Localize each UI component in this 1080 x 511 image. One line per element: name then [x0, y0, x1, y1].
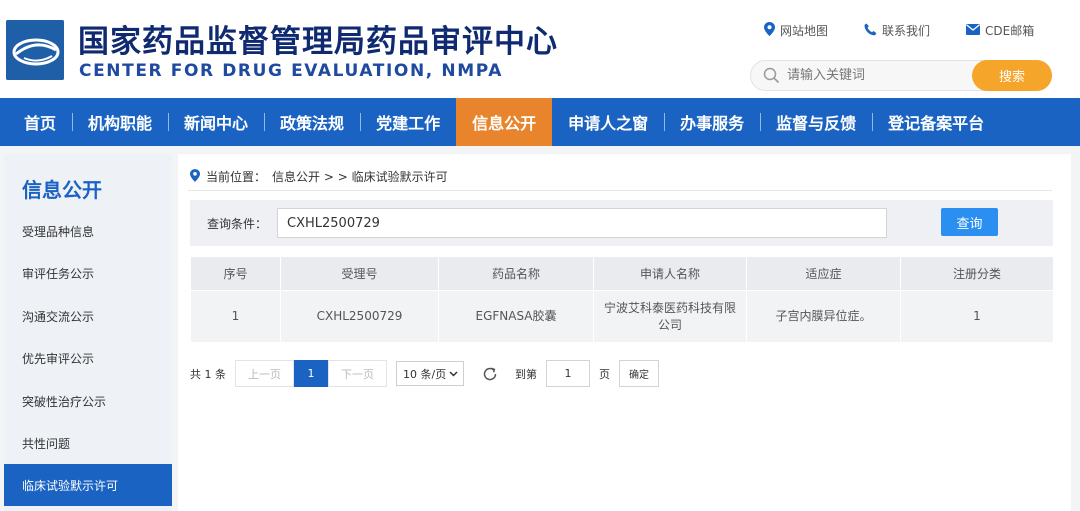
- chevron-down-icon: [449, 367, 458, 380]
- mail-link[interactable]: CDE邮箱: [966, 22, 1034, 39]
- sidebar-item-priority-review[interactable]: 优先审评公示: [4, 337, 172, 379]
- table-row[interactable]: 1 CXHL2500729 EGFNASA胶囊 宁波艾科泰医药科技有限公司 子宫…: [190, 290, 1054, 343]
- search-button[interactable]: 搜索: [972, 60, 1052, 91]
- header-acceptance-no: 受理号: [280, 256, 439, 291]
- next-page-button[interactable]: 下一页: [328, 360, 387, 387]
- page-size-value: 10 条/页: [403, 367, 447, 381]
- search-input[interactable]: [787, 61, 977, 90]
- location-pin-icon: [764, 22, 775, 39]
- nav-item-feedback[interactable]: 监督与反馈: [760, 98, 872, 146]
- sidebar-title: 信息公开: [22, 178, 102, 202]
- sitemap-link[interactable]: 网站地图: [764, 22, 828, 39]
- cell-applicant: 宁波艾科泰医药科技有限公司: [593, 290, 747, 343]
- breadcrumb: 当前位置： 信息公开 > > 临床试验默示许可: [190, 168, 448, 185]
- site-subtitle: CENTER FOR DRUG EVALUATION, NMPA: [79, 61, 503, 81]
- header-applicant: 申请人名称: [593, 256, 747, 291]
- site-header: 国家药品监督管理局药品审评中心 CENTER FOR DRUG EVALUATI…: [0, 0, 1080, 98]
- cde-logo[interactable]: [6, 20, 64, 80]
- results-table: 序号 受理号 药品名称 申请人名称 适应症 注册分类 1 CXHL2500729…: [190, 256, 1054, 343]
- sidebar-item-communication[interactable]: 沟通交流公示: [4, 295, 172, 337]
- sidebar-item-common-issues[interactable]: 共性问题: [4, 422, 172, 464]
- refresh-icon[interactable]: [482, 366, 498, 382]
- nav-item-applicant[interactable]: 申请人之窗: [552, 98, 664, 146]
- cell-drug-name: EGFNASA胶囊: [438, 290, 594, 343]
- nav-item-party[interactable]: 党建工作: [360, 98, 456, 146]
- top-links: 网站地图 联系我们 CDE邮箱: [764, 22, 1034, 39]
- site-title: 国家药品监督管理局药品审评中心: [78, 24, 558, 60]
- goto-confirm-button[interactable]: 确定: [619, 360, 659, 387]
- prev-page-button[interactable]: 上一页: [235, 360, 294, 387]
- cell-acceptance-no: CXHL2500729: [280, 290, 439, 343]
- nav-item-news[interactable]: 新闻中心: [168, 98, 264, 146]
- breadcrumb-divider: [188, 190, 1052, 191]
- nav-item-policy[interactable]: 政策法规: [264, 98, 360, 146]
- location-pin-icon: [190, 168, 200, 185]
- current-page[interactable]: 1: [294, 360, 328, 387]
- search-box: 搜索: [750, 60, 1052, 91]
- cell-serial: 1: [190, 290, 281, 343]
- page-size-select[interactable]: 10 条/页: [396, 361, 464, 386]
- sidebar-item-accepted[interactable]: 受理品种信息: [4, 210, 172, 252]
- total-count: 共 1 条: [190, 367, 226, 381]
- mail-icon: [966, 23, 981, 38]
- cell-indication: 子宫内膜异位症。: [746, 290, 901, 343]
- nav-item-info-disclosure[interactable]: 信息公开: [456, 98, 553, 146]
- nav-item-functions[interactable]: 机构职能: [72, 98, 168, 146]
- breadcrumb-prefix: 当前位置：: [206, 170, 267, 184]
- main-nav: 首页 机构职能 新闻中心 政策法规 党建工作 信息公开 申请人之窗 办事服务 监…: [0, 98, 1080, 146]
- search-icon: [763, 67, 780, 88]
- table-header-row: 序号 受理号 药品名称 申请人名称 适应症 注册分类: [190, 256, 1054, 291]
- sitemap-label: 网站地图: [780, 24, 829, 38]
- sidebar: 信息公开 受理品种信息 审评任务公示 沟通交流公示 优先审评公示 突破性治疗公示…: [4, 154, 172, 511]
- header-indication: 适应症: [746, 256, 901, 291]
- cell-registration-class: 1: [900, 290, 1054, 343]
- nav-item-services[interactable]: 办事服务: [664, 98, 760, 146]
- header-registration-class: 注册分类: [900, 256, 1054, 291]
- contact-link[interactable]: 联系我们: [864, 22, 930, 39]
- sidebar-item-breakthrough[interactable]: 突破性治疗公示: [4, 380, 172, 422]
- header-drug-name: 药品名称: [438, 256, 594, 291]
- query-input[interactable]: CXHL2500729: [277, 208, 887, 238]
- main-content: 当前位置： 信息公开 > > 临床试验默示许可 查询条件： CXHL250072…: [178, 154, 1071, 511]
- query-button[interactable]: 查询: [941, 208, 998, 236]
- goto-page-input[interactable]: 1: [546, 360, 590, 387]
- sidebar-item-review-tasks[interactable]: 审评任务公示: [4, 252, 172, 294]
- sidebar-item-clinical-trial-permit[interactable]: 临床试验默示许可: [4, 464, 172, 506]
- contact-label: 联系我们: [882, 24, 931, 38]
- nav-item-registration[interactable]: 登记备案平台: [872, 98, 1000, 146]
- query-label: 查询条件：: [207, 217, 268, 231]
- mail-label: CDE邮箱: [985, 24, 1035, 38]
- query-bar: 查询条件： CXHL2500729 查询: [190, 200, 1053, 246]
- pagination: 共 1 条 上一页 1 下一页 10 条/页 到第 1 页 确定: [190, 360, 659, 387]
- header-serial: 序号: [190, 256, 281, 291]
- breadcrumb-path[interactable]: 信息公开 > > 临床试验默示许可: [272, 168, 448, 185]
- nav-item-home[interactable]: 首页: [8, 98, 72, 146]
- phone-icon: [864, 23, 877, 39]
- page-unit-label: 页: [599, 367, 610, 381]
- goto-label: 到第: [515, 367, 537, 381]
